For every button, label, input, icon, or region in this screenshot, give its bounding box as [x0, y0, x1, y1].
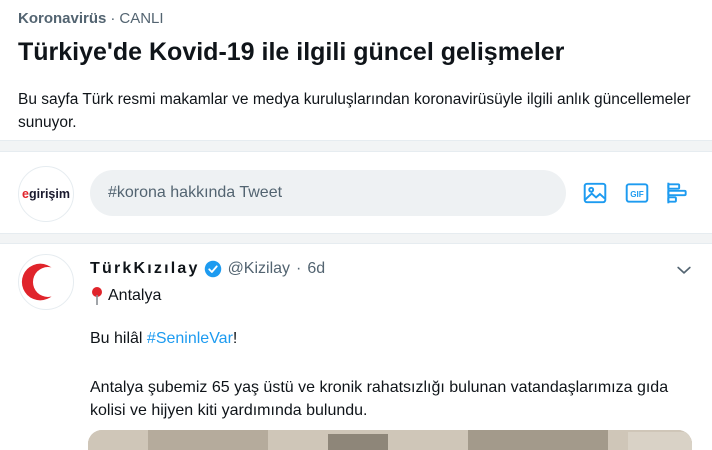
topic-label[interactable]: Koronavirüs [18, 10, 106, 27]
kizilay-avatar[interactable] [18, 254, 74, 310]
gif-icon[interactable]: GIF [624, 180, 650, 206]
page-title: Türkiye'de Kovid-19 ile ilgili güncel ge… [18, 38, 565, 66]
tweet-text-suffix: ! [232, 330, 238, 347]
tweet-body: Antalya şubemiz 65 yaş üstü ve kronik ra… [90, 379, 669, 419]
image-icon[interactable] [582, 180, 608, 206]
topic-header: Koronavirüs · CANLI Türkiye'de Kovid-19 il… [0, 0, 712, 140]
meta-separator: · [296, 260, 302, 277]
page-description: Bu sayfa Türk resmi makamlar ve medya ku… [18, 91, 691, 131]
author-handle[interactable]: @Kizilay [228, 260, 290, 278]
avatar-logo-e: e [22, 187, 29, 201]
tweet-header: TürkKızılay @Kizilay · 6d [90, 260, 325, 278]
timeline-divider [0, 234, 712, 244]
tweet-location: Antalya [90, 286, 161, 306]
user-avatar[interactable]: e girişim [18, 166, 74, 222]
tweet-text-line: Bu hilâl #SeninleVar! [90, 330, 237, 348]
location-label: Antalya [108, 287, 162, 304]
poll-icon[interactable] [664, 180, 690, 206]
svg-text:GIF: GIF [630, 190, 644, 199]
chevron-down-icon[interactable] [674, 260, 694, 280]
author-name[interactable]: TürkKızılay [90, 260, 200, 278]
tweet-compose-input[interactable] [90, 170, 566, 216]
live-status: CANLI [119, 10, 164, 27]
tweet-age[interactable]: 6d [307, 260, 325, 278]
crescent-logo-icon [21, 263, 63, 301]
compose-box: egirişim GIF [0, 152, 712, 234]
hashtag-link[interactable]: #SeninleVar [147, 330, 233, 347]
map-pin-icon [92, 287, 102, 305]
avatar-logo-text: girişim [28, 187, 70, 201]
topic-kicker: Koronavirüs · CANLI [18, 10, 164, 27]
tweet-card[interactable]: TürkKızılay @Kizilay · 6d Antalya Bu hil… [0, 244, 712, 450]
media-image [88, 430, 692, 450]
section-divider [0, 140, 712, 152]
tweet-media-preview[interactable] [88, 430, 692, 450]
kicker-separator: · [110, 10, 116, 27]
tweet-text-prefix: Bu hilâl [90, 330, 147, 347]
verified-badge-icon [204, 260, 221, 278]
